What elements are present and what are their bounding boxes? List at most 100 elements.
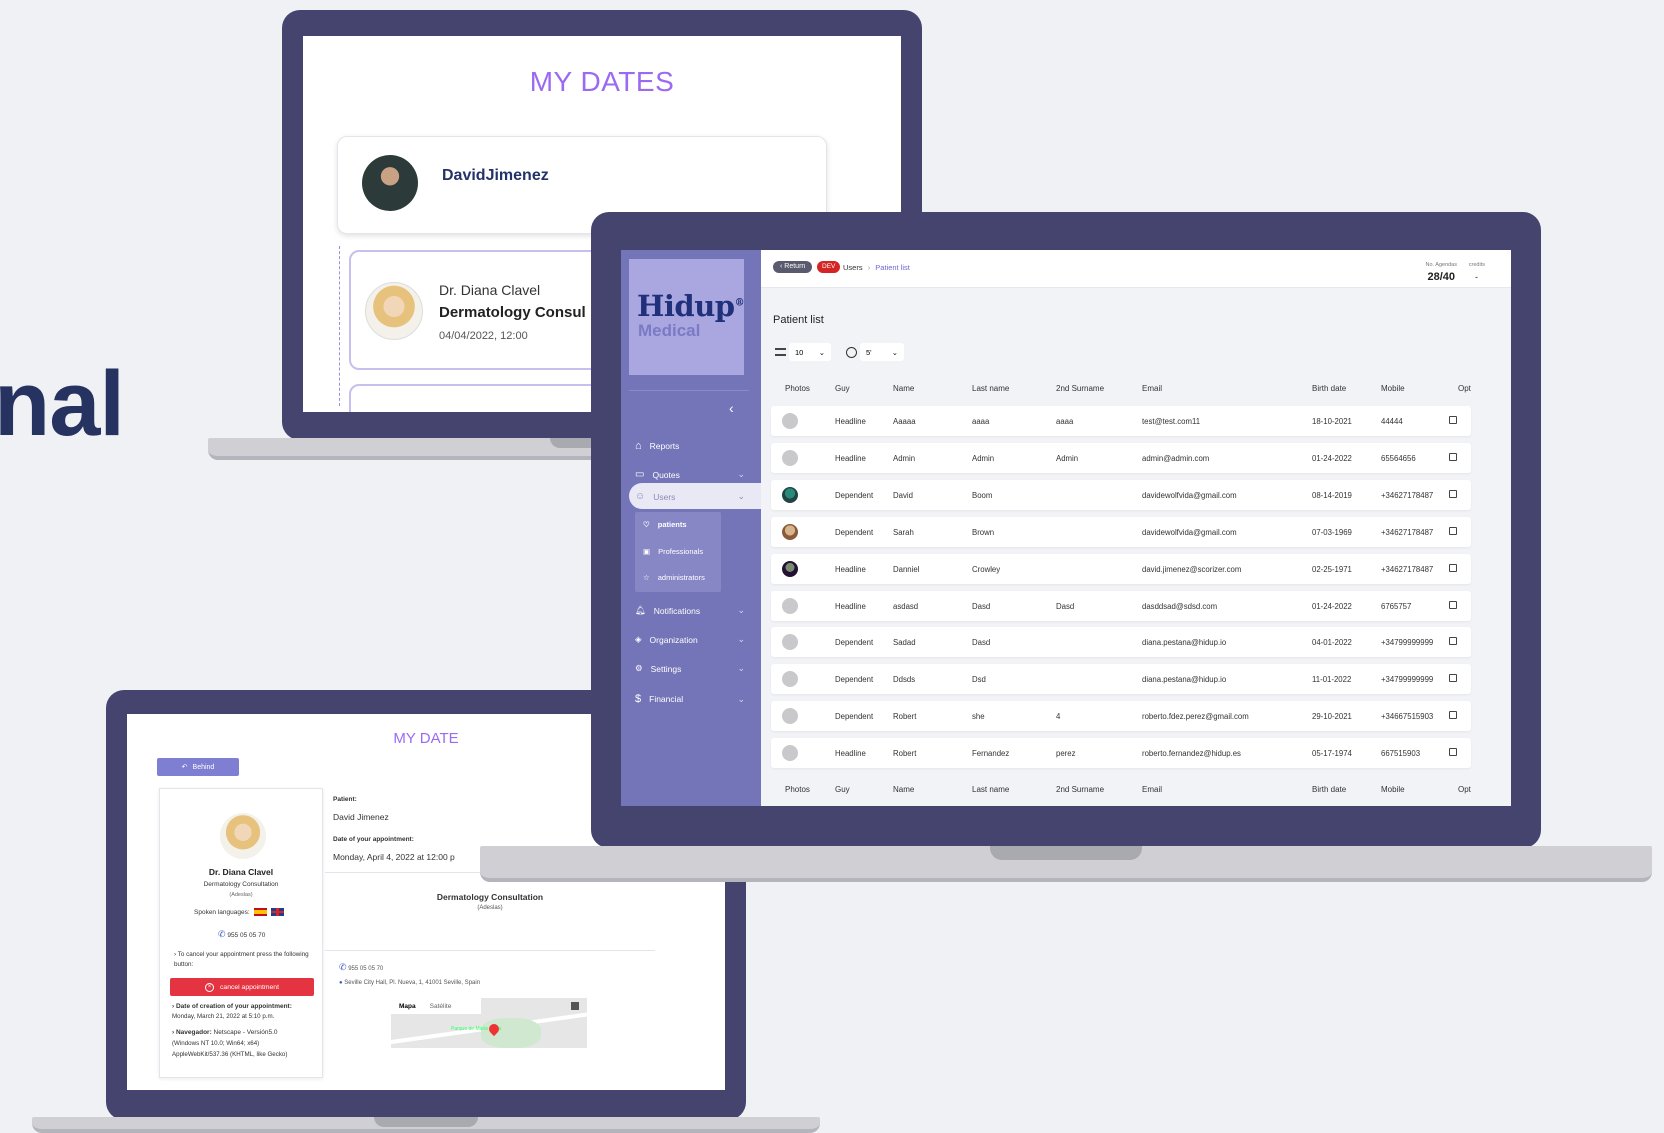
column-header[interactable]: Birth date — [1312, 384, 1346, 393]
patient-photo — [782, 413, 798, 429]
column-header[interactable]: Mobile — [1381, 384, 1405, 393]
date-value: Monday, April 4, 2022 at 12:00 p — [333, 852, 455, 862]
table-cell-last: Admin — [972, 453, 995, 463]
calendar-action-icon[interactable] — [1449, 563, 1457, 572]
table-row[interactable]: Dependent Ddsds Dsd diana.pestana@hidup.io 1… — [771, 664, 1471, 695]
doctor-phone[interactable]: ✆ 955 05 05 70 — [218, 929, 265, 940]
cancel-appointment-button[interactable]: × cancel appointment — [170, 978, 314, 996]
column-header[interactable]: Opt — [1458, 384, 1471, 393]
user-name: DavidJimenez — [442, 167, 549, 184]
table-row[interactable]: Headline asdasd Dasd Dasd dasddsad@sdsd.com 0… — [771, 590, 1471, 621]
table-cell-guy: Dependent — [835, 527, 874, 537]
sidebar-subitem-patients[interactable]: ♡ patients — [643, 520, 687, 529]
chevron-down-icon: ⌄ — [818, 347, 825, 357]
calendar-action-icon[interactable] — [1449, 416, 1457, 424]
sidebar-item-settings[interactable]: ⚙ Settings ⌄ — [635, 663, 745, 674]
table-row[interactable]: Dependent David Boom davidewolfvida@gmail.c… — [771, 479, 1471, 510]
map-tab[interactable]: Mapa — [391, 1003, 424, 1010]
table-cell-birth: 01-24-2022 — [1312, 601, 1352, 611]
patient-photo — [782, 708, 798, 725]
sidebar-item-reports[interactable]: ⌂ Reports — [635, 440, 745, 452]
main-content: ‹ Return DEV Users › Patient list No. Ag… — [761, 250, 1511, 806]
table-row[interactable]: Dependent Sarah Brown davidewolfvida@gmail.… — [771, 516, 1471, 547]
table-row[interactable]: Headline Aaaaa aaaa aaaa test@test.com11 18-1… — [771, 406, 1471, 436]
sidebar-divider — [629, 390, 749, 391]
patient-photo — [782, 634, 798, 651]
column-header[interactable]: Email — [1142, 384, 1162, 393]
calendar-action-icon[interactable] — [1449, 674, 1457, 683]
table-row[interactable]: Headline Danniel Crowley david.jimenez@scor… — [771, 553, 1471, 584]
map[interactable]: Mapa Satélite Parque de Maria Luisa — [391, 998, 587, 1048]
return-button[interactable]: ‹ Return — [773, 261, 813, 273]
breadcrumb-current: Patient list — [875, 263, 910, 272]
chevron-down-icon: ⌄ — [737, 693, 745, 704]
table-cell-guy: Headline — [835, 749, 866, 759]
sidebar-item-quotes[interactable]: ▭ Quotes ⌄ — [635, 469, 745, 480]
column-header[interactable]: Photos — [785, 384, 810, 393]
table-cell-birth: 11-01-2022 — [1312, 675, 1352, 685]
breadcrumb-users[interactable]: Users — [843, 263, 863, 272]
column-header[interactable]: 2nd Surname — [1056, 384, 1104, 393]
creation-label: › Date of creation of your appointment: — [172, 1003, 292, 1010]
clinic-phone[interactable]: ✆ 955 05 05 70 — [339, 962, 383, 973]
doctor-panel: Dr. Diana Clavel Dermatology Consultatio… — [159, 788, 323, 1078]
gear-icon: ⚙ — [635, 663, 643, 673]
browser-line2: (Windows NT 10.0; Win64; x64) — [172, 1040, 260, 1047]
sidebar-item-notifications[interactable]: 🔔︎ Notifications ⌄ — [635, 605, 745, 616]
calendar-action-icon[interactable] — [1449, 711, 1457, 720]
column-header: Opt — [1458, 785, 1471, 794]
calendar-action-icon[interactable] — [1449, 600, 1457, 609]
sidebar-item-users[interactable]: ☺ Users ⌄ — [635, 491, 745, 502]
spoken-languages: Spoken languages: — [194, 908, 284, 916]
sidebar-item-organization[interactable]: ◈ Organization ⌄ — [635, 634, 745, 645]
sidebar-subitem-professionals[interactable]: ▣ Professionals — [643, 547, 703, 556]
browser-label: › Navegador: Netscape - Versión5.0 — [172, 1029, 278, 1036]
column-header: Photos — [785, 785, 810, 794]
table-cell-mobile: +34627178487 — [1381, 564, 1434, 574]
table-row[interactable]: Dependent Sadad Dasd diana.pestana@hidup.io… — [771, 627, 1471, 658]
user-avatar — [362, 155, 418, 211]
table-footer-header: Photos Guy Name Last name 2nd Surname Em… — [761, 785, 1511, 799]
calendar-action-icon[interactable] — [1449, 489, 1457, 498]
table-cell-email: diana.pestana@hidup.io — [1142, 675, 1227, 685]
column-header[interactable]: Guy — [835, 384, 850, 393]
table-cell-last: Crowley — [972, 564, 1001, 574]
table-cell-name: Robert — [893, 712, 917, 722]
home-icon: ⌂ — [635, 440, 642, 452]
collapse-sidebar-button[interactable]: ‹ — [729, 400, 734, 416]
doctor-name: Dr. Diana Clavel — [439, 282, 541, 298]
breadcrumb: Users › Patient list — [843, 263, 910, 272]
patient-photo — [782, 597, 798, 614]
patient-list-screen: Hidup® Medical ‹ ⌂ Reports ▭ Quotes ⌄ ☺ User… — [621, 250, 1511, 806]
table-cell-mobile: +34799999999 — [1381, 675, 1434, 685]
column-header[interactable]: Last name — [972, 384, 1009, 393]
timeline-line — [339, 246, 340, 406]
table-row[interactable]: Headline Robert Fernandez perez roberto.fern… — [771, 738, 1471, 769]
calendar-action-icon[interactable] — [1449, 526, 1457, 535]
table-cell-birth: 29-10-2021 — [1312, 712, 1352, 722]
table-cell-email: davidewolfvida@gmail.com — [1142, 490, 1237, 500]
patient-photo — [782, 486, 798, 503]
sidebar-subitem-administrators[interactable]: ☆ administrators — [643, 573, 705, 582]
chevron-down-icon: ⌄ — [737, 491, 745, 501]
table-row[interactable]: Headline Admin Admin Admin admin@admin.com 01… — [771, 442, 1471, 473]
fullscreen-icon[interactable] — [571, 1002, 579, 1010]
calendar-action-icon[interactable] — [1449, 748, 1457, 757]
calendar-action-icon[interactable] — [1449, 452, 1457, 461]
table-cell-guy: Headline — [835, 417, 866, 426]
page-size-select[interactable]: 10 ⌄ — [789, 343, 831, 361]
back-button[interactable]: ↶ Behind — [157, 758, 239, 776]
table-cell-email: admin@admin.com — [1142, 453, 1210, 463]
table-row[interactable]: Dependent Robert she 4 roberto.fdez.perez@gm… — [771, 701, 1471, 732]
sidebar-item-financial[interactable]: $ Financial ⌄ — [635, 693, 745, 705]
column-header[interactable]: Name — [893, 384, 914, 393]
uk-flag-icon — [270, 908, 284, 916]
refresh-select[interactable]: 5' ⌄ — [860, 343, 904, 361]
calendar-action-icon[interactable] — [1449, 637, 1457, 646]
table-cell-name: Robert — [893, 749, 917, 759]
satellite-tab[interactable]: Satélite — [424, 1003, 458, 1010]
phone-icon: ✆ — [339, 962, 347, 972]
map-tabs: Mapa Satélite — [391, 998, 481, 1014]
table-cell-last: she — [972, 712, 985, 722]
spain-flag-icon — [253, 908, 267, 916]
